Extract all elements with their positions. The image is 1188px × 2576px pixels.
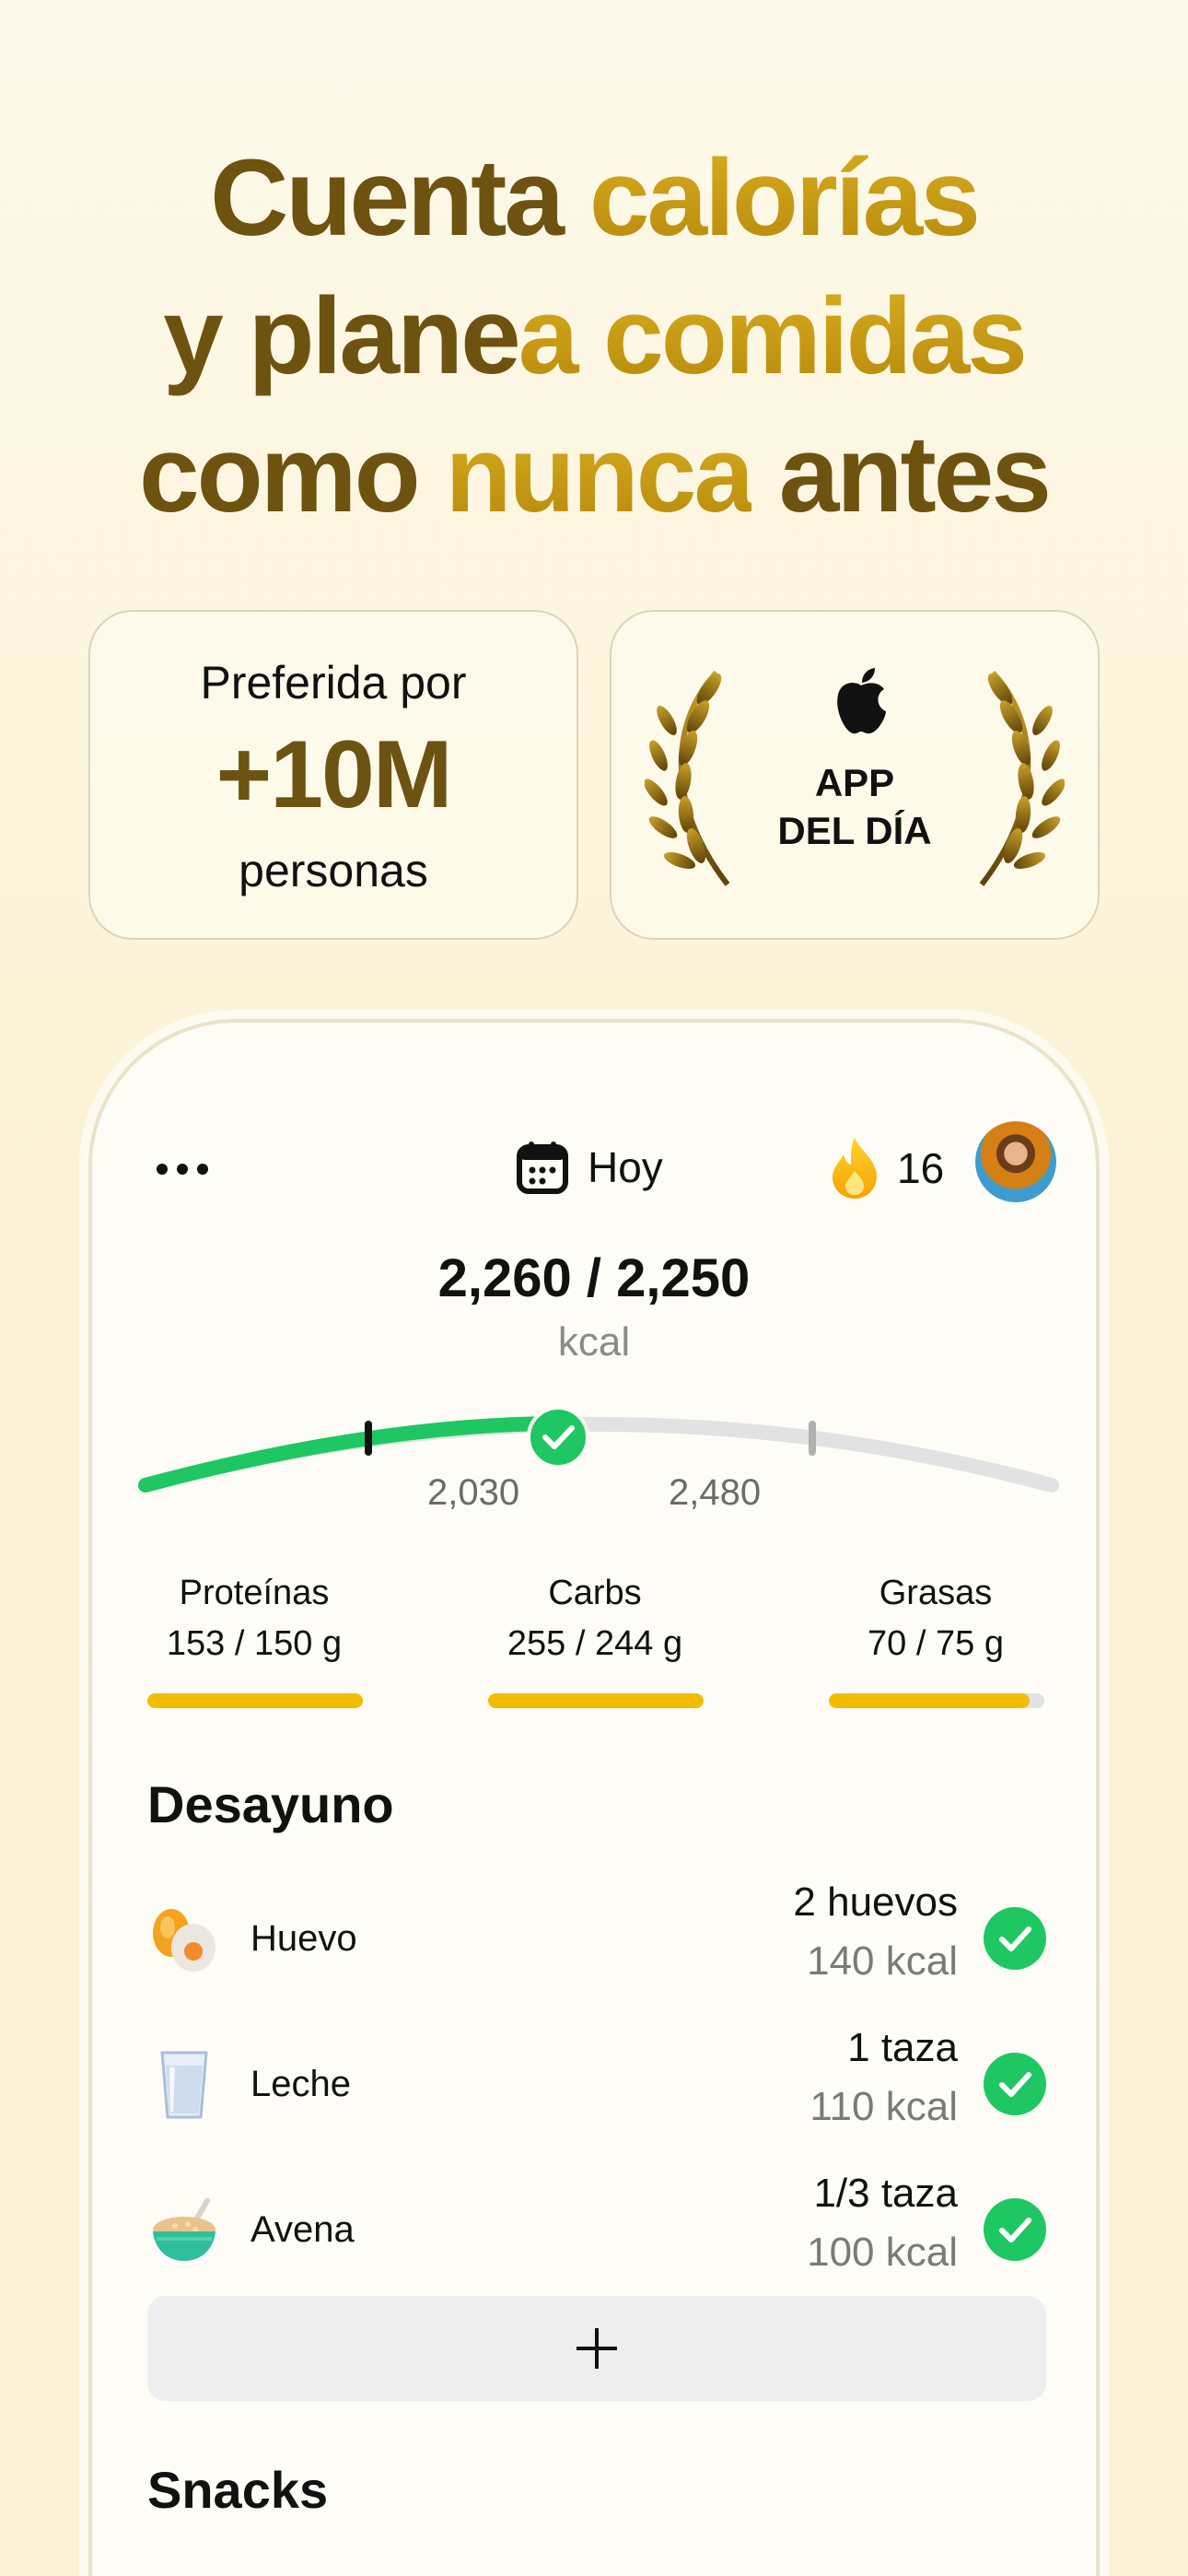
add-food-button[interactable] xyxy=(147,2296,1046,2401)
users-badge: Preferida por +10M personas xyxy=(88,610,578,940)
headline-segment: nunca xyxy=(445,414,753,535)
apple-logo-icon xyxy=(837,668,886,734)
macro-value: 153 / 150 g xyxy=(166,1624,343,1663)
headline-segment: como xyxy=(138,414,446,535)
food-item[interactable]: Leche 1 taza 110 kcal xyxy=(147,2025,1046,2145)
macro-bar-fill xyxy=(488,1693,704,1708)
calorie-summary: 2,260 / 2,250 xyxy=(437,1248,751,1308)
macro-name: Carbs xyxy=(548,1574,642,1612)
oat-bowl-icon xyxy=(153,2197,215,2261)
food-calories: 140 kcal xyxy=(807,1938,958,1984)
checked-icon[interactable] xyxy=(984,1907,1046,1970)
headline-line-3: como nunca antes xyxy=(0,405,1188,544)
macro-protein: Proteínas 153 / 150 g xyxy=(144,1574,365,1664)
food-name: Leche xyxy=(250,2064,351,2104)
food-name: Huevo xyxy=(250,1918,357,1959)
gauge-low-marker xyxy=(365,1421,372,1456)
headline-line-2: y planea comidas xyxy=(0,267,1188,405)
gauge-high-label: 2,480 xyxy=(669,1472,762,1513)
macro-carbs-bar xyxy=(488,1693,704,1708)
macro-fat: Grasas 70 / 75 g xyxy=(825,1574,1046,1664)
streak-count: 16 xyxy=(897,1144,945,1192)
milk-glass-icon xyxy=(160,2051,208,2119)
more-menu-icon[interactable] xyxy=(157,1155,217,1183)
macro-value: 70 / 75 g xyxy=(868,1624,1004,1663)
users-badge-count: +10M xyxy=(215,721,452,828)
headline-segment: calorías xyxy=(588,137,981,259)
macro-value: 255 / 244 g xyxy=(507,1624,683,1663)
gauge-high-marker xyxy=(809,1421,816,1456)
phone-mockup: Hoy 16 2,260 / 2,250 kcal 2,030 2,480 Pr… xyxy=(88,1019,1100,2576)
food-quantity: 2 huevos xyxy=(793,1879,958,1925)
calendar-icon xyxy=(517,1142,568,1194)
headline-segment: a comidas xyxy=(518,275,1028,397)
food-item[interactable]: Huevo 2 huevos 140 kcal xyxy=(147,1879,1046,1999)
gauge-low-label: 2,030 xyxy=(427,1472,520,1513)
macro-bar-fill xyxy=(829,1693,1030,1708)
headline-segment: antes xyxy=(751,414,1052,535)
users-badge-bottom: personas xyxy=(239,845,428,896)
laurel-right-icon xyxy=(979,670,1065,886)
date-label: Hoy xyxy=(588,1143,663,1191)
checked-icon[interactable] xyxy=(984,2198,1046,2261)
macro-carbs: Carbs 255 / 244 g xyxy=(484,1574,705,1664)
streak-counter[interactable]: 16 xyxy=(829,1131,944,1205)
food-quantity: 1 taza xyxy=(847,2025,958,2070)
calorie-gauge xyxy=(138,1406,1059,1493)
headline: Cuenta calorías y planea comidas como nu… xyxy=(0,129,1188,544)
macro-name: Grasas xyxy=(879,1574,993,1612)
food-calories: 100 kcal xyxy=(807,2230,958,2275)
plus-icon-vertical xyxy=(595,2328,599,2369)
avatar[interactable] xyxy=(973,1118,1059,1205)
users-badge-top: Preferida por xyxy=(200,657,467,708)
snacks-title: Snacks xyxy=(147,2461,329,2519)
date-selector[interactable]: Hoy xyxy=(516,1135,663,1200)
food-quantity: 1/3 taza xyxy=(813,2171,958,2216)
app-screen: Hoy 16 2,260 / 2,250 kcal 2,030 2,480 Pr… xyxy=(92,1023,1096,2576)
breakfast-title: Desayuno xyxy=(147,1775,394,1833)
app-of-day-badge: APP DEL DÍA xyxy=(610,610,1100,940)
macro-protein-bar xyxy=(147,1693,363,1708)
headline-segment: Cuenta xyxy=(210,137,589,259)
headline-line-1: Cuenta calorías xyxy=(0,129,1188,267)
macro-bar-fill xyxy=(147,1693,363,1708)
flame-icon xyxy=(833,1138,877,1199)
food-calories: 110 kcal xyxy=(809,2084,958,2129)
macro-name: Proteínas xyxy=(179,1574,330,1612)
food-item[interactable]: Avena 1/3 taza 100 kcal xyxy=(147,2171,1046,2290)
headline-segment: y plane xyxy=(163,275,521,397)
gauge-check-icon xyxy=(527,1406,589,1469)
food-name: Avena xyxy=(250,2209,355,2250)
checked-icon[interactable] xyxy=(984,2053,1046,2115)
egg-icon xyxy=(153,1909,215,1972)
macro-fat-bar xyxy=(829,1693,1044,1708)
calorie-unit: kcal xyxy=(557,1319,631,1364)
